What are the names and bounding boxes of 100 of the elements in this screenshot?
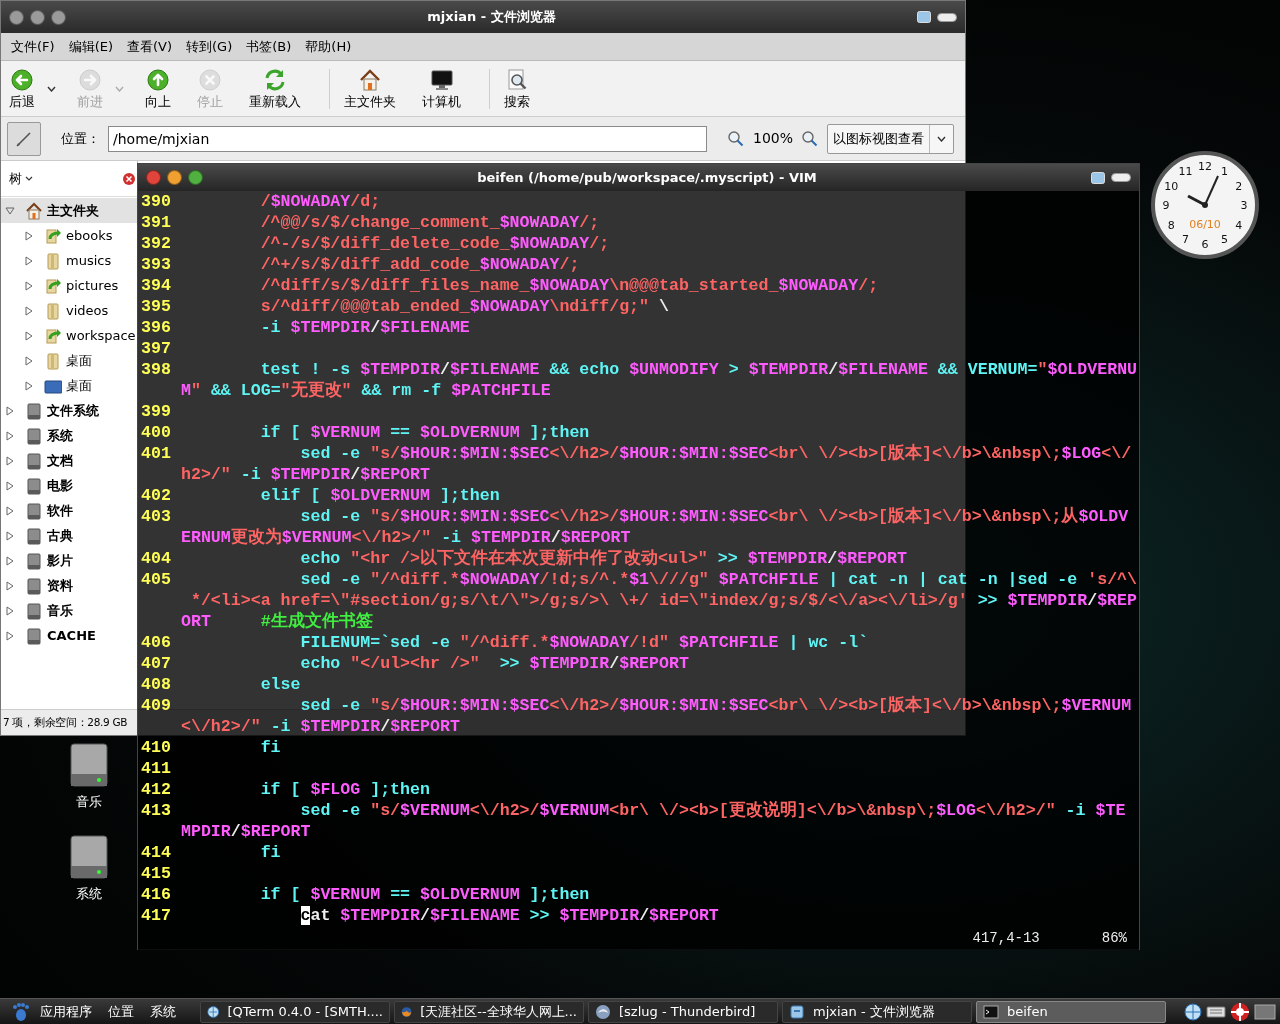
maximize-button[interactable] xyxy=(51,9,66,25)
code-line: echo "</ul><hr />" >> $TEMPDIR/$REPORT xyxy=(299,653,689,674)
task-button[interactable]: [天涯社区--全球华人网上... xyxy=(394,1000,584,1023)
scroll-percent: 86% xyxy=(1101,928,1127,948)
tree-item[interactable]: 文件系统 xyxy=(1,398,137,423)
stop-icon xyxy=(198,67,222,92)
line-number: 410 xyxy=(141,737,172,758)
drive-icon xyxy=(25,626,43,645)
code-line: */<li><a href=\"#section/g;s/\t/\">/g;s/>\ \+/ id=\"index/g;s/$/<\/a><\/li>/g' >> $TEMPDIR/$REP xyxy=(189,590,1137,611)
location-field[interactable]: /home/mjxian xyxy=(108,125,707,152)
close-icon xyxy=(123,172,135,185)
task-button[interactable]: beifen xyxy=(976,1000,1166,1023)
tree-item[interactable]: 影片 xyxy=(1,548,137,573)
globe-icon xyxy=(1184,1002,1202,1021)
search-button[interactable]: 搜索 xyxy=(498,63,536,114)
tree-item[interactable]: 文档 xyxy=(1,448,137,473)
close-sidebar-button[interactable] xyxy=(123,172,135,185)
code-line: elif [ $OLDVERNUM ];then xyxy=(259,485,500,506)
drive-icon xyxy=(25,476,43,495)
edit-location-button[interactable] xyxy=(7,121,41,156)
panel-menu[interactable]: 应用程序 xyxy=(34,1001,98,1022)
zoom-in-button[interactable] xyxy=(801,129,820,148)
line-number: 409 xyxy=(141,695,172,716)
window-icon xyxy=(917,11,931,23)
tree-item[interactable]: 桌面 xyxy=(1,373,137,398)
desktop-icon-label[interactable]: 音乐 xyxy=(76,792,102,812)
code-line: if [ $VERNUM == $OLDVERNUM ];then xyxy=(259,422,590,443)
code-line: test ! -s $TEMPDIR/$FILENAME && echo $UNMODIFY > $TEMPDIR/$FILENAME && VERNUM="$OLDVERNU xyxy=(259,359,1138,380)
task-button[interactable]: [szlug - Thunderbird] xyxy=(588,1000,778,1023)
tree-item[interactable]: 软件 xyxy=(1,498,137,523)
maximize-button[interactable] xyxy=(188,170,203,185)
code-line: s/^diff/@@@tab_ended_$NOWADAY\ndiff/g;" \ xyxy=(259,296,669,317)
tree-item[interactable]: 资料 xyxy=(1,573,137,598)
code-line: /^-/s/$/diff_delete_code_$NOWADAY/; xyxy=(259,233,610,254)
zoom-level: 100% xyxy=(753,129,794,148)
code-line: -i $TEMPDIR/$FILENAME xyxy=(259,317,470,338)
menu-item[interactable]: 文件(F) xyxy=(5,36,61,57)
tree-item[interactable]: ebooks xyxy=(1,223,137,248)
line-number: 401 xyxy=(141,443,172,464)
menu-item[interactable]: 查看(V) xyxy=(121,36,179,57)
show-desktop-icon xyxy=(1254,1002,1276,1021)
line-number: 417 xyxy=(141,905,172,926)
code-line: /$NOWADAY/d; xyxy=(259,191,381,212)
code-line: sed -e "s/$HOUR:$MIN:$SEC<\/h2>/$HOUR:$MIN:$SEC<br\ \/><b>[版本]<\/b>\&nbsp\;$LOG<\/ xyxy=(299,443,1132,464)
close-button[interactable] xyxy=(9,9,24,25)
code-line: /^+/s/$/diff_add_code_$NOWADAY/; xyxy=(259,254,580,275)
tree-item[interactable]: musics xyxy=(1,248,137,273)
line-number: 412 xyxy=(141,779,172,800)
line-number: 416 xyxy=(141,884,172,905)
drive-icon xyxy=(69,834,109,880)
cursor-position: 417,4-13 xyxy=(972,928,1040,948)
task-button[interactable]: mjxian - 文件浏览器 xyxy=(782,1000,972,1023)
code-line: if [ $FLOG ];then xyxy=(259,779,430,800)
search-icon xyxy=(505,67,529,92)
clock-numeral: 3 xyxy=(1240,199,1248,212)
back-button[interactable]: 后退 xyxy=(3,63,41,114)
window-title: mjxian - 文件浏览器 xyxy=(427,8,556,27)
line-number: 393 xyxy=(141,254,172,275)
panel-menu[interactable]: 位置 xyxy=(102,1001,140,1022)
code-line: if [ $VERNUM == $OLDVERNUM ];then xyxy=(259,884,590,905)
clock-numeral: 1 xyxy=(1221,165,1228,179)
drive-icon xyxy=(25,526,43,545)
tree-item[interactable]: CACHE xyxy=(1,623,137,648)
minimize-button[interactable] xyxy=(30,9,45,25)
menu-item[interactable]: 帮助(H) xyxy=(299,36,358,57)
minimize-button[interactable] xyxy=(167,170,182,185)
tree-item[interactable]: 音乐 xyxy=(1,598,137,623)
home-button[interactable]: 主文件夹 xyxy=(338,63,402,114)
panel-menu[interactable]: 系统 xyxy=(144,1001,182,1022)
tree-item[interactable]: 主文件夹 xyxy=(1,198,137,223)
tree-item[interactable]: pictures xyxy=(1,273,137,298)
folder-icon xyxy=(44,351,62,370)
desktop-icon-label[interactable]: 系统 xyxy=(76,884,102,904)
tree-item[interactable]: 系统 xyxy=(1,423,137,448)
code-line: else xyxy=(259,674,301,695)
tree-item[interactable]: 桌面 xyxy=(1,348,137,373)
line-number: 395 xyxy=(141,296,172,317)
menu-item[interactable]: 转到(G) xyxy=(180,36,239,57)
code-line: M" && LOG="无更改" && rm -f $PATCHFILE xyxy=(181,380,551,401)
up-button[interactable]: 向上 xyxy=(139,63,177,114)
menu-item[interactable]: 编辑(E) xyxy=(62,36,119,57)
view-dropdown[interactable]: 以图标视图查看 xyxy=(827,123,955,154)
clock-numeral: 10 xyxy=(1164,179,1179,193)
computer-button[interactable]: 计算机 xyxy=(416,63,467,114)
sidebar-type-dropdown[interactable]: 树 xyxy=(9,168,33,189)
zoom-out-button[interactable] xyxy=(727,129,745,148)
tree-item[interactable]: 电影 xyxy=(1,473,137,498)
tree-item[interactable]: workspace xyxy=(1,323,137,348)
menu-item[interactable]: 书签(B) xyxy=(240,36,298,57)
close-button[interactable] xyxy=(146,170,161,185)
clock-date: 06/10 xyxy=(1189,218,1221,231)
tree-item[interactable]: videos xyxy=(1,298,137,323)
task-button[interactable]: [QTerm 0.4.0 - [SMTH.... xyxy=(200,1000,390,1023)
tree-item[interactable]: 古典 xyxy=(1,523,137,548)
drive-icon xyxy=(25,551,43,570)
reload-button[interactable]: 重新载入 xyxy=(243,63,307,114)
drive-icon xyxy=(25,576,43,595)
clock-numeral: 5 xyxy=(1221,232,1228,246)
clock-numeral: 6 xyxy=(1201,238,1209,251)
line-number: 398 xyxy=(141,359,172,380)
